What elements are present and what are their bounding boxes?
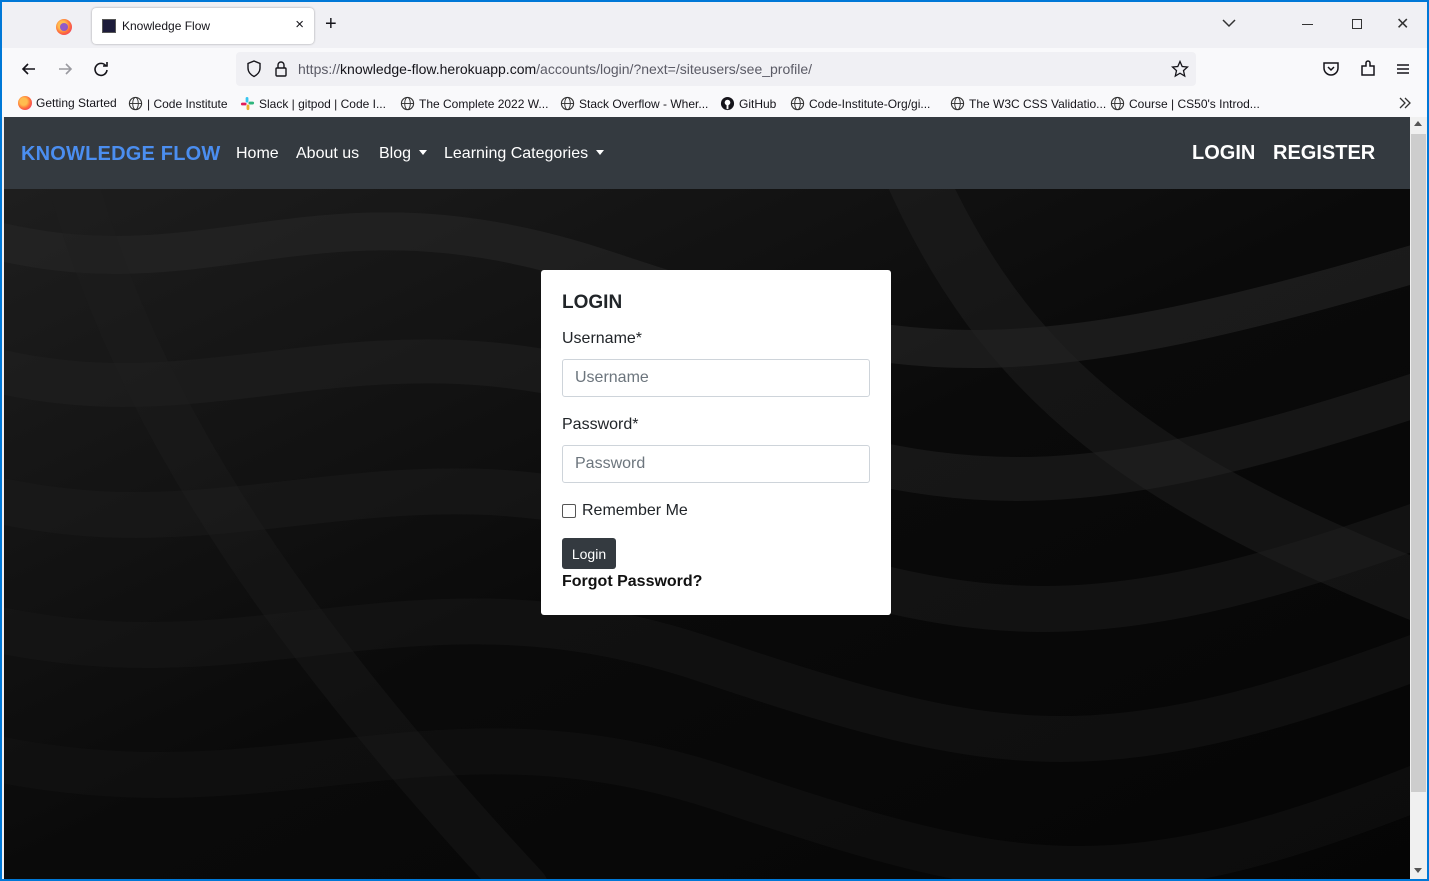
url-host: knowledge-flow.herokuapp.com bbox=[340, 61, 537, 77]
login-button[interactable]: Login bbox=[562, 538, 616, 569]
window-close-icon[interactable]: ✕ bbox=[1396, 14, 1409, 34]
bookmark-item[interactable]: Slack | gitpod | Code I... bbox=[240, 96, 386, 111]
menu-icon[interactable] bbox=[1392, 58, 1414, 80]
nav-link-home[interactable]: Home bbox=[236, 145, 279, 163]
username-label: Username* bbox=[562, 330, 643, 347]
url-text[interactable]: https://knowledge-flow.herokuapp.com/acc… bbox=[298, 61, 812, 77]
lock-icon[interactable] bbox=[274, 60, 288, 78]
remember-me-label[interactable]: Remember Me bbox=[582, 502, 688, 520]
bookmarks-toolbar: Getting Started | Code Institute Slack |… bbox=[2, 90, 1427, 117]
caret-down-icon bbox=[419, 150, 428, 155]
tab-knowledge-flow[interactable]: Knowledge Flow × bbox=[92, 8, 314, 44]
back-icon[interactable] bbox=[18, 58, 40, 80]
pocket-icon[interactable] bbox=[1320, 58, 1342, 80]
bookmark-label: Course | CS50's Introd... bbox=[1129, 96, 1260, 111]
bookmark-item[interactable]: Stack Overflow - Wher... bbox=[560, 96, 708, 111]
shield-icon[interactable] bbox=[246, 60, 262, 78]
site-favicon-icon bbox=[102, 19, 116, 33]
nav-dropdown-categories-label: Learning Categories bbox=[444, 145, 589, 162]
list-all-tabs-icon[interactable] bbox=[1220, 14, 1238, 32]
login-title: LOGIN bbox=[562, 292, 623, 313]
remember-me-checkbox[interactable] bbox=[562, 504, 576, 518]
caret-down-icon bbox=[596, 150, 605, 155]
username-input[interactable] bbox=[562, 359, 870, 397]
extensions-icon[interactable] bbox=[1357, 58, 1379, 80]
scroll-down-icon[interactable] bbox=[1414, 868, 1422, 873]
bookmark-item[interactable]: | Code Institute bbox=[128, 96, 228, 111]
github-icon bbox=[720, 96, 735, 111]
minimize-icon[interactable] bbox=[1302, 24, 1313, 25]
nav-register-link[interactable]: REGISTER bbox=[1273, 142, 1375, 165]
bookmark-label: Slack | gitpod | Code I... bbox=[259, 96, 386, 111]
forward-icon[interactable] bbox=[54, 58, 76, 80]
url-bar[interactable]: https://knowledge-flow.herokuapp.com/acc… bbox=[236, 52, 1196, 86]
globe-icon bbox=[950, 96, 965, 111]
url-path: /accounts/login/?next=/siteusers/see_pro… bbox=[536, 61, 813, 77]
new-tab-button[interactable]: + bbox=[325, 14, 337, 34]
bookmark-item[interactable]: Course | CS50's Introd... bbox=[1110, 96, 1260, 111]
more-bookmarks-chevron-icon[interactable] bbox=[1398, 96, 1412, 110]
bookmark-label: | Code Institute bbox=[147, 96, 228, 111]
scroll-up-icon[interactable] bbox=[1414, 121, 1422, 126]
globe-icon bbox=[400, 96, 415, 111]
password-input[interactable] bbox=[562, 445, 870, 483]
url-scheme: https:// bbox=[298, 61, 341, 77]
bookmark-item[interactable]: Code-Institute-Org/gi... bbox=[790, 96, 930, 111]
slack-icon bbox=[240, 96, 255, 111]
bookmark-star-icon[interactable] bbox=[1171, 60, 1189, 78]
browser-window: Knowledge Flow × + ✕ https://knowledge-f… bbox=[2, 2, 1427, 879]
password-label: Password* bbox=[562, 416, 639, 433]
forgot-password-link[interactable]: Forgot Password? bbox=[562, 573, 702, 591]
globe-icon bbox=[560, 96, 575, 111]
bookmark-item[interactable]: Getting Started bbox=[18, 96, 117, 110]
nav-dropdown-learning-categories[interactable]: Learning Categories bbox=[444, 145, 605, 163]
navigation-toolbar: https://knowledge-flow.herokuapp.com/acc… bbox=[2, 48, 1427, 90]
bookmark-item[interactable]: GitHub bbox=[720, 96, 776, 111]
tab-title: Knowledge Flow bbox=[122, 19, 211, 33]
bookmark-label: Code-Institute-Org/gi... bbox=[809, 96, 931, 111]
bookmark-label: GitHub bbox=[739, 96, 777, 111]
nav-login-link[interactable]: LOGIN bbox=[1192, 142, 1255, 165]
tab-close-icon[interactable]: × bbox=[295, 16, 304, 33]
bookmark-item[interactable]: The W3C CSS Validatio... bbox=[950, 96, 1106, 111]
tab-strip: Knowledge Flow × + ✕ bbox=[2, 2, 1427, 48]
page-scrollbar[interactable] bbox=[1410, 117, 1427, 879]
bookmark-item[interactable]: The Complete 2022 W... bbox=[400, 96, 548, 111]
nav-dropdown-blog-label: Blog bbox=[379, 145, 412, 162]
bookmark-label: The Complete 2022 W... bbox=[419, 96, 549, 111]
nav-dropdown-blog[interactable]: Blog bbox=[379, 145, 428, 163]
bookmark-label: Getting Started bbox=[36, 96, 117, 110]
maximize-icon[interactable] bbox=[1352, 19, 1362, 29]
firefox-icon bbox=[18, 96, 32, 110]
globe-icon bbox=[128, 96, 143, 111]
firefox-view-icon[interactable] bbox=[56, 19, 72, 35]
globe-icon bbox=[1110, 96, 1125, 111]
scrollbar-thumb[interactable] bbox=[1411, 134, 1426, 792]
site-navbar: KNOWLEDGE FLOW Home About us Blog Learni… bbox=[4, 117, 1410, 189]
web-page: KNOWLEDGE FLOW Home About us Blog Learni… bbox=[4, 117, 1410, 879]
globe-icon bbox=[790, 96, 805, 111]
bookmark-label: The W3C CSS Validatio... bbox=[969, 96, 1107, 111]
login-card: LOGIN Username* Password* Remember Me Lo… bbox=[541, 270, 891, 615]
site-brand[interactable]: KNOWLEDGE FLOW bbox=[21, 143, 220, 166]
reload-icon[interactable] bbox=[90, 58, 112, 80]
bookmark-label: Stack Overflow - Wher... bbox=[579, 96, 709, 111]
nav-link-about[interactable]: About us bbox=[296, 145, 359, 163]
